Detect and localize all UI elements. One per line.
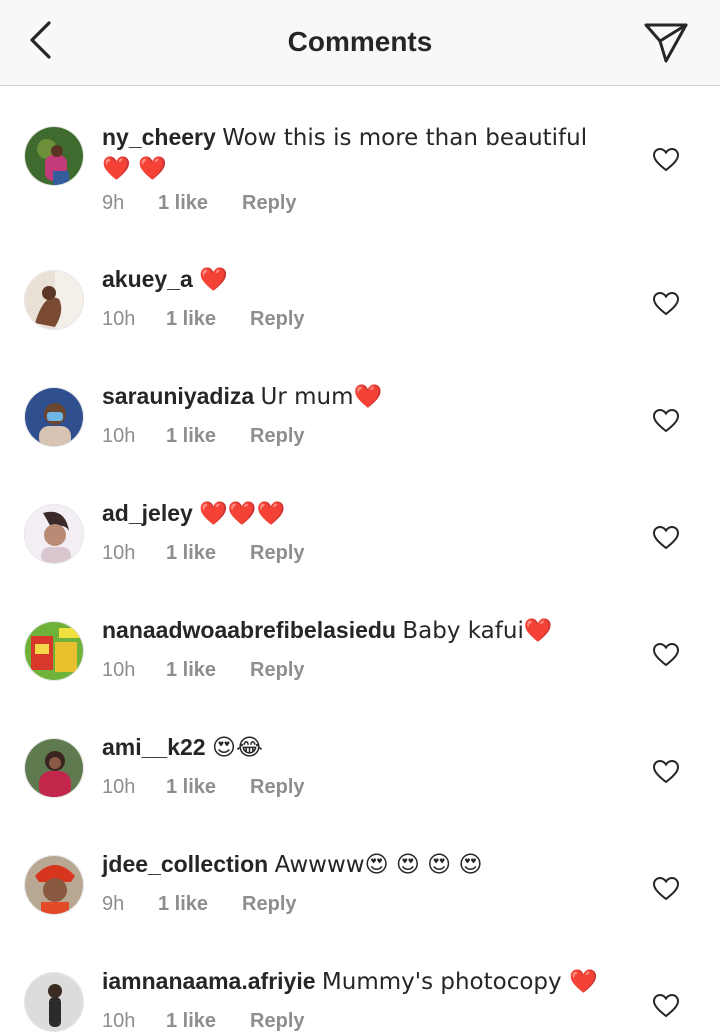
avatar[interactable]: [24, 738, 84, 798]
comment-meta: 9h 1 like Reply: [102, 192, 297, 215]
like-button[interactable]: [652, 875, 680, 903]
paper-plane-icon: [644, 23, 688, 63]
comment-time: 9h: [102, 192, 125, 214]
comment-meta: 10h 1 like Reply: [102, 425, 305, 448]
comment-likes[interactable]: 1 like: [166, 1010, 216, 1033]
avatar[interactable]: [24, 387, 84, 447]
heart-outline-icon: [652, 147, 680, 172]
comment-time: 9h: [102, 893, 125, 915]
reply-button[interactable]: Reply: [250, 425, 304, 448]
comment-meta: 9h 1 like Reply: [102, 893, 297, 916]
like-button[interactable]: [652, 407, 680, 435]
reply-button[interactable]: Reply: [242, 192, 296, 215]
comment-text: nanaadwoaabrefibelasiedu Baby kafui❤️: [102, 615, 622, 646]
comment-body: Ur mum❤️: [260, 384, 383, 410]
like-button[interactable]: [652, 641, 680, 669]
comment-body: Awwww😍 😍 😍 😍: [274, 852, 483, 878]
heart-outline-icon: [652, 408, 680, 433]
like-button[interactable]: [652, 146, 680, 174]
comment-meta: 10h 1 like Reply: [102, 659, 305, 682]
like-button[interactable]: [652, 290, 680, 318]
comment-time: 10h: [102, 1010, 136, 1032]
comment-likes[interactable]: 1 like: [158, 192, 208, 215]
avatar[interactable]: [24, 504, 84, 564]
heart-outline-icon: [652, 759, 680, 784]
share-button[interactable]: [638, 14, 694, 70]
comment-username[interactable]: ami__k22: [102, 734, 206, 760]
like-button[interactable]: [652, 524, 680, 552]
comment-time: 10h: [102, 542, 136, 564]
comment-text: iamnanaama.afriyie Mummy's photocopy ❤️: [102, 966, 622, 997]
comment-meta: 10h 1 like Reply: [102, 542, 305, 565]
comment-likes[interactable]: 1 like: [166, 542, 216, 565]
comment-time: 10h: [102, 776, 136, 798]
comment-username[interactable]: ad_jeley: [102, 500, 193, 526]
comment-time: 10h: [102, 308, 136, 330]
heart-outline-icon: [652, 642, 680, 667]
comment-body: Mummy's photocopy ❤️: [321, 969, 598, 995]
avatar[interactable]: [24, 126, 84, 186]
comment-text: ami__k22 😍😂: [102, 732, 622, 763]
avatar[interactable]: [24, 621, 84, 681]
heart-outline-icon: [652, 291, 680, 316]
comment-body: 😍😂: [211, 735, 263, 761]
comment-body: Baby kafui❤️: [402, 618, 553, 644]
reply-button[interactable]: Reply: [250, 1010, 304, 1033]
header-bar: Comments: [0, 0, 720, 86]
comment-username[interactable]: akuey_a: [102, 266, 193, 292]
avatar[interactable]: [24, 972, 84, 1032]
heart-outline-icon: [652, 525, 680, 550]
reply-button[interactable]: Reply: [250, 659, 304, 682]
comment-meta: 10h 1 like Reply: [102, 1010, 305, 1033]
comment-meta: 10h 1 like Reply: [102, 308, 305, 331]
heart-outline-icon: [652, 993, 680, 1018]
reply-button[interactable]: Reply: [250, 542, 304, 565]
reply-button[interactable]: Reply: [250, 776, 304, 799]
comment-username[interactable]: ny_cheery: [102, 124, 216, 150]
comment-text: ad_jeley ❤️❤️❤️: [102, 498, 622, 529]
like-button[interactable]: [652, 992, 680, 1020]
comment-username[interactable]: iamnanaama.afriyie: [102, 968, 316, 994]
avatar[interactable]: [24, 855, 84, 915]
reply-button[interactable]: Reply: [242, 893, 296, 916]
comment-text: sarauniyadiza Ur mum❤️: [102, 381, 622, 412]
comment-text: jdee_collection Awwww😍 😍 😍 😍: [102, 849, 622, 880]
reply-button[interactable]: Reply: [250, 308, 304, 331]
comment-username[interactable]: sarauniyadiza: [102, 383, 254, 409]
heart-outline-icon: [652, 876, 680, 901]
comment-likes[interactable]: 1 like: [166, 425, 216, 448]
comment-body: ❤️❤️❤️: [199, 501, 286, 527]
comment-time: 10h: [102, 659, 136, 681]
comment-meta: 10h 1 like Reply: [102, 776, 305, 799]
avatar[interactable]: [24, 270, 84, 330]
comment-username[interactable]: nanaadwoaabrefibelasiedu: [102, 617, 396, 643]
comment-time: 10h: [102, 425, 136, 447]
comment-body: ❤️: [199, 267, 228, 293]
comment-text: akuey_a ❤️: [102, 264, 622, 295]
comment-likes[interactable]: 1 like: [166, 776, 216, 799]
page-title: Comments: [287, 26, 433, 57]
comment-likes[interactable]: 1 like: [166, 659, 216, 682]
comment-likes[interactable]: 1 like: [166, 308, 216, 331]
comment-likes[interactable]: 1 like: [158, 893, 208, 916]
comment-text: ny_cheery Wow this is more than beautifu…: [102, 122, 622, 184]
comment-username[interactable]: jdee_collection: [102, 851, 268, 877]
like-button[interactable]: [652, 758, 680, 786]
